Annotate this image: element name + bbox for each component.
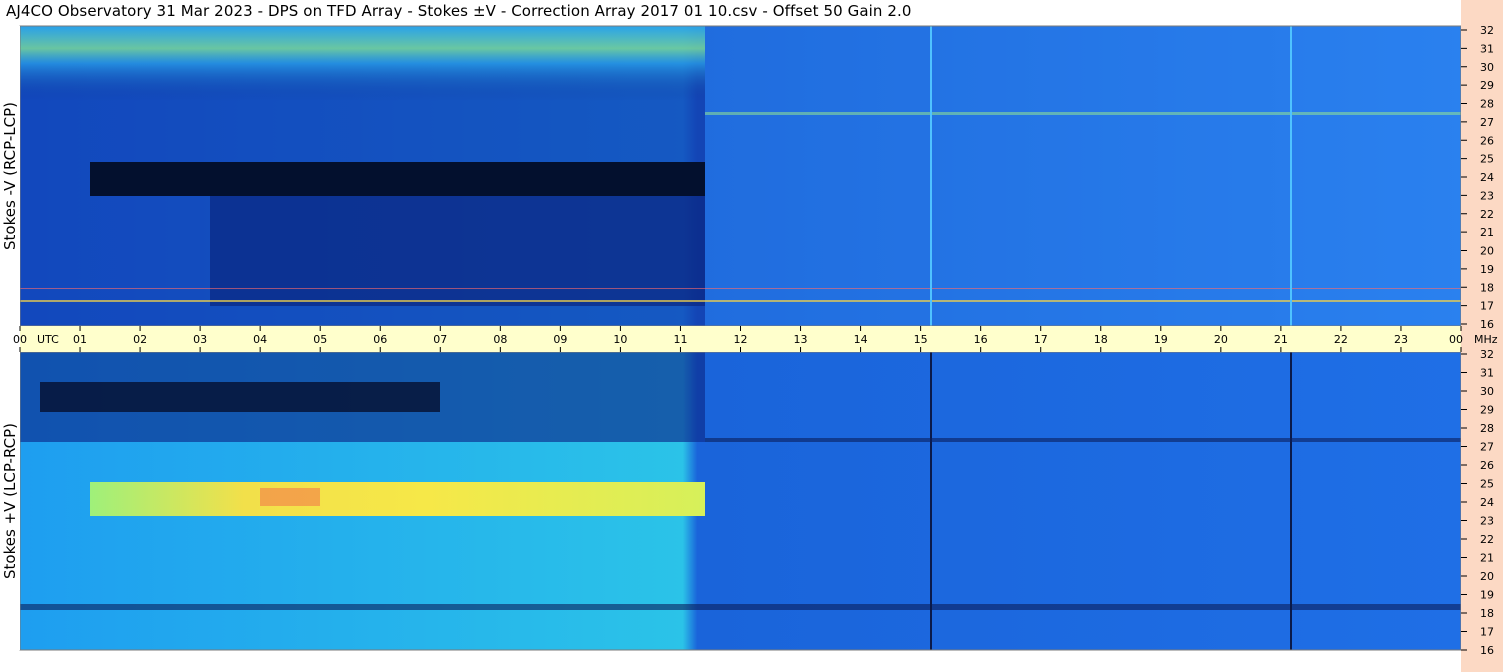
y-tick-label: 17 <box>1480 300 1494 313</box>
y-tick-label: 22 <box>1480 208 1494 221</box>
y-tick-label: 32 <box>1480 24 1494 37</box>
y-tick-label: 23 <box>1480 189 1494 202</box>
y-tick-label: 24 <box>1480 496 1494 509</box>
spectrogram-chart: Stokes -V (RCP-LCP) Stokes +V (LCP-RCP) 0… <box>0 0 1503 672</box>
y-tick-label: 31 <box>1480 367 1494 380</box>
y-tick-label: 21 <box>1480 226 1494 239</box>
y-tick-label: 16 <box>1480 318 1494 331</box>
y-tick-label: 29 <box>1480 79 1494 92</box>
y-tick-label: 20 <box>1480 570 1494 583</box>
x-tick-label: 09 <box>553 333 567 346</box>
y-tick-label: 31 <box>1480 42 1494 55</box>
x-tick-label: 00 <box>13 333 27 346</box>
panel-top-heatmap <box>20 26 1461 326</box>
x-tick-label: 14 <box>854 333 868 346</box>
y-tick-label: 21 <box>1480 552 1494 565</box>
x-tick-label: 16 <box>974 333 988 346</box>
y-tick-label: 23 <box>1480 515 1494 528</box>
y-tick-label: 19 <box>1480 263 1494 276</box>
y-tick-label: 25 <box>1480 478 1494 491</box>
y-tick-label: 24 <box>1480 171 1494 184</box>
y-tick-label: 28 <box>1480 422 1494 435</box>
y-tick-label: 28 <box>1480 98 1494 111</box>
x-tick-label: 04 <box>253 333 267 346</box>
mhz-unit-label: MHz <box>1474 333 1498 346</box>
x-tick-label: 15 <box>914 333 928 346</box>
y-tick-label: 18 <box>1480 281 1494 294</box>
x-tick-label: 17 <box>1034 333 1048 346</box>
utc-unit-label: UTC <box>37 333 59 346</box>
x-tick-label: 10 <box>613 333 627 346</box>
y-tick-label: 26 <box>1480 134 1494 147</box>
y-tick-label: 19 <box>1480 589 1494 602</box>
x-tick-label: 00 <box>1449 333 1463 346</box>
panel-bottom-label: Stokes +V (LCP-RCP) <box>1 423 19 579</box>
y-tick-label: 25 <box>1480 153 1494 166</box>
y-tick-label: 16 <box>1480 644 1494 657</box>
y-tick-label: 27 <box>1480 116 1494 129</box>
x-tick-label: 23 <box>1394 333 1408 346</box>
x-tick-label: 18 <box>1094 333 1108 346</box>
y-tick-label: 26 <box>1480 459 1494 472</box>
x-tick-label: 02 <box>133 333 147 346</box>
x-tick-label: 13 <box>794 333 808 346</box>
x-tick-label: 19 <box>1154 333 1168 346</box>
x-tick-label: 01 <box>73 333 87 346</box>
x-tick-label: 08 <box>493 333 507 346</box>
y-tick-label: 20 <box>1480 245 1494 258</box>
x-tick-label: 06 <box>373 333 387 346</box>
panel-bottom-heatmap <box>20 352 1461 650</box>
y-tick-label: 18 <box>1480 607 1494 620</box>
y-tick-label: 29 <box>1480 404 1494 417</box>
panel-top-label: Stokes -V (RCP-LCP) <box>1 102 19 250</box>
x-tick-label: 12 <box>734 333 748 346</box>
x-tick-label: 03 <box>193 333 207 346</box>
x-tick-label: 22 <box>1334 333 1348 346</box>
x-tick-label: 05 <box>313 333 327 346</box>
x-tick-label: 07 <box>433 333 447 346</box>
x-tick-label: 20 <box>1214 333 1228 346</box>
y-tick-label: 30 <box>1480 61 1494 74</box>
y-tick-label: 30 <box>1480 385 1494 398</box>
y-tick-label: 27 <box>1480 441 1494 454</box>
y-tick-label: 32 <box>1480 348 1494 361</box>
x-tick-label: 11 <box>673 333 687 346</box>
x-tick-label: 21 <box>1274 333 1288 346</box>
y-tick-label: 22 <box>1480 533 1494 546</box>
y-tick-label: 17 <box>1480 626 1494 639</box>
